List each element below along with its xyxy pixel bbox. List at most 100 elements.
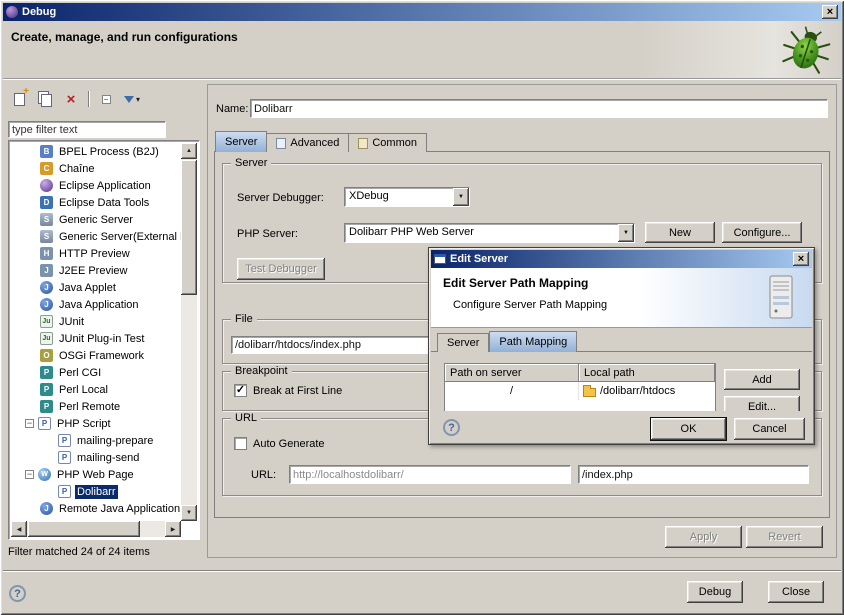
- duplicate-button[interactable]: [36, 90, 54, 108]
- mapping-table-body: //dolibarr/htdocs: [445, 382, 715, 411]
- local-path-header[interactable]: Local path: [579, 364, 715, 382]
- dialog-button-bar: OK Cancel: [431, 411, 812, 442]
- filter-input[interactable]: [8, 121, 166, 138]
- tree-item-j2ee-preview[interactable]: J2EE Preview: [11, 262, 181, 279]
- j2ee-icon: [40, 264, 53, 277]
- scroll-left-icon[interactable]: [11, 521, 27, 537]
- twisty-spacer: [25, 316, 36, 327]
- tree-item-perl-local[interactable]: Perl Local: [11, 381, 181, 398]
- vscroll-thumb[interactable]: [181, 160, 197, 295]
- tree-item-label: Java Applet: [57, 281, 118, 295]
- tab-common[interactable]: Common: [349, 133, 427, 152]
- tree-item-junit[interactable]: JUnit: [11, 313, 181, 330]
- tree-item-label: JUnit: [57, 315, 86, 329]
- perl-icon: [40, 366, 53, 379]
- tree-item-junit-plug-in-test[interactable]: JUnit Plug-in Test: [11, 330, 181, 347]
- mapping-table: Path on server Local path //dolibarr/htd…: [444, 363, 716, 411]
- add-button[interactable]: Add: [724, 369, 800, 390]
- name-input[interactable]: [250, 99, 828, 118]
- dialog-banner: Edit Server Path Mapping Configure Serve…: [431, 268, 812, 328]
- tree-item-label: PHP Web Page: [55, 468, 136, 482]
- tree-item-label: Perl Remote: [57, 400, 122, 414]
- tree-item-dolibarr[interactable]: Dolibarr: [11, 483, 181, 500]
- horizontal-scrollbar[interactable]: [11, 521, 181, 537]
- tree-item-perl-remote[interactable]: Perl Remote: [11, 398, 181, 415]
- tree-item-label: Generic Server(External La: [57, 230, 181, 244]
- collapse-all-button[interactable]: [97, 90, 115, 108]
- tree-item-php-web-page[interactable]: PHP Web Page: [11, 466, 181, 483]
- folder-icon: [583, 388, 596, 397]
- twisty-spacer: [25, 350, 36, 361]
- php-file-icon: [58, 451, 71, 464]
- chain-icon: [40, 162, 53, 175]
- filter-button[interactable]: [123, 90, 141, 108]
- close-button[interactable]: Close: [768, 581, 824, 603]
- tree-item-eclipse-data-tools[interactable]: Eclipse Data Tools: [11, 194, 181, 211]
- tree-item-mailing-send[interactable]: mailing-send: [11, 449, 181, 466]
- php-file-icon: [58, 434, 71, 447]
- delete-button[interactable]: [62, 90, 80, 108]
- tree-item-generic-server[interactable]: Generic Server: [11, 211, 181, 228]
- debug-button[interactable]: Debug: [687, 581, 743, 603]
- new-configuration-button[interactable]: [10, 90, 28, 108]
- junit-icon: [40, 315, 53, 328]
- tree-item-label: Java Application: [57, 298, 141, 312]
- tree-item-bpel-process-b2j-[interactable]: BPEL Process (B2J): [11, 143, 181, 160]
- data-tools-icon: [40, 196, 53, 209]
- path-on-server-header[interactable]: Path on server: [445, 364, 579, 382]
- tree-item-remote-java-application[interactable]: Remote Java Application: [11, 500, 181, 517]
- twisty-spacer: [25, 231, 36, 242]
- advanced-tab-icon: [276, 138, 286, 149]
- twisty-spacer: [25, 384, 36, 395]
- dialog-tab-server-label: Server: [447, 337, 479, 349]
- collapse-all-icon: [102, 95, 111, 104]
- tab-advanced[interactable]: Advanced: [267, 133, 349, 152]
- dialog-tab-server[interactable]: Server: [437, 333, 489, 352]
- junit-plugin-icon: [40, 332, 53, 345]
- tree-item-label: Chaîne: [57, 162, 96, 176]
- twisty-spacer: [25, 401, 36, 412]
- name-label: Name:: [216, 103, 248, 115]
- tree-item-java-applet[interactable]: Java Applet: [11, 279, 181, 296]
- collapse-toggle-icon[interactable]: [25, 419, 34, 428]
- ok-button[interactable]: OK: [651, 418, 726, 440]
- chevron-down-icon: [136, 95, 140, 104]
- dialog-titlebar[interactable]: Edit Server: [431, 250, 812, 268]
- tree-item-cha-ne[interactable]: Chaîne: [11, 160, 181, 177]
- dialog-tab-path-mapping[interactable]: Path Mapping: [489, 331, 577, 352]
- apply-button: Apply: [665, 526, 742, 548]
- tab-common-label: Common: [372, 137, 417, 149]
- mapping-row[interactable]: //dolibarr/htdocs: [445, 382, 715, 400]
- tab-server[interactable]: Server: [215, 131, 267, 152]
- server-icon: [764, 273, 798, 323]
- tree-item-php-script[interactable]: PHP Script: [11, 415, 181, 432]
- dialog-help-icon[interactable]: [443, 419, 460, 436]
- tree-item-perl-cgi[interactable]: Perl CGI: [11, 364, 181, 381]
- tree-item-eclipse-application[interactable]: Eclipse Application: [11, 177, 181, 194]
- tree-item-generic-server-external-la[interactable]: Generic Server(External La: [11, 228, 181, 245]
- vertical-scrollbar[interactable]: [181, 143, 197, 521]
- tree-item-label: Generic Server: [57, 213, 135, 227]
- tree-item-java-application[interactable]: Java Application: [11, 296, 181, 313]
- tree-item-osgi-framework[interactable]: OSGi Framework: [11, 347, 181, 364]
- scroll-up-icon[interactable]: [181, 143, 197, 159]
- hscroll-thumb[interactable]: [28, 521, 140, 537]
- cancel-button[interactable]: Cancel: [734, 418, 805, 440]
- scroll-down-icon[interactable]: [181, 505, 197, 521]
- tree-item-mailing-prepare[interactable]: mailing-prepare: [11, 432, 181, 449]
- titlebar[interactable]: Debug: [3, 3, 841, 21]
- server-icon: [40, 230, 53, 243]
- duplicate-icon-2: [41, 94, 52, 107]
- close-window-icon[interactable]: [822, 5, 838, 19]
- help-icon[interactable]: [9, 585, 26, 602]
- collapse-toggle-icon[interactable]: [25, 470, 34, 479]
- tree-item-http-preview[interactable]: HTTP Preview: [11, 245, 181, 262]
- local-path-text: /dolibarr/htdocs: [600, 385, 675, 397]
- osgi-icon: [40, 349, 53, 362]
- twisty-spacer: [25, 503, 36, 514]
- tree-item-label: J2EE Preview: [57, 264, 129, 278]
- twisty-spacer: [25, 282, 36, 293]
- dialog-close-icon[interactable]: [793, 252, 809, 266]
- scroll-right-icon[interactable]: [165, 521, 181, 537]
- edit-button[interactable]: Edit...: [724, 396, 800, 411]
